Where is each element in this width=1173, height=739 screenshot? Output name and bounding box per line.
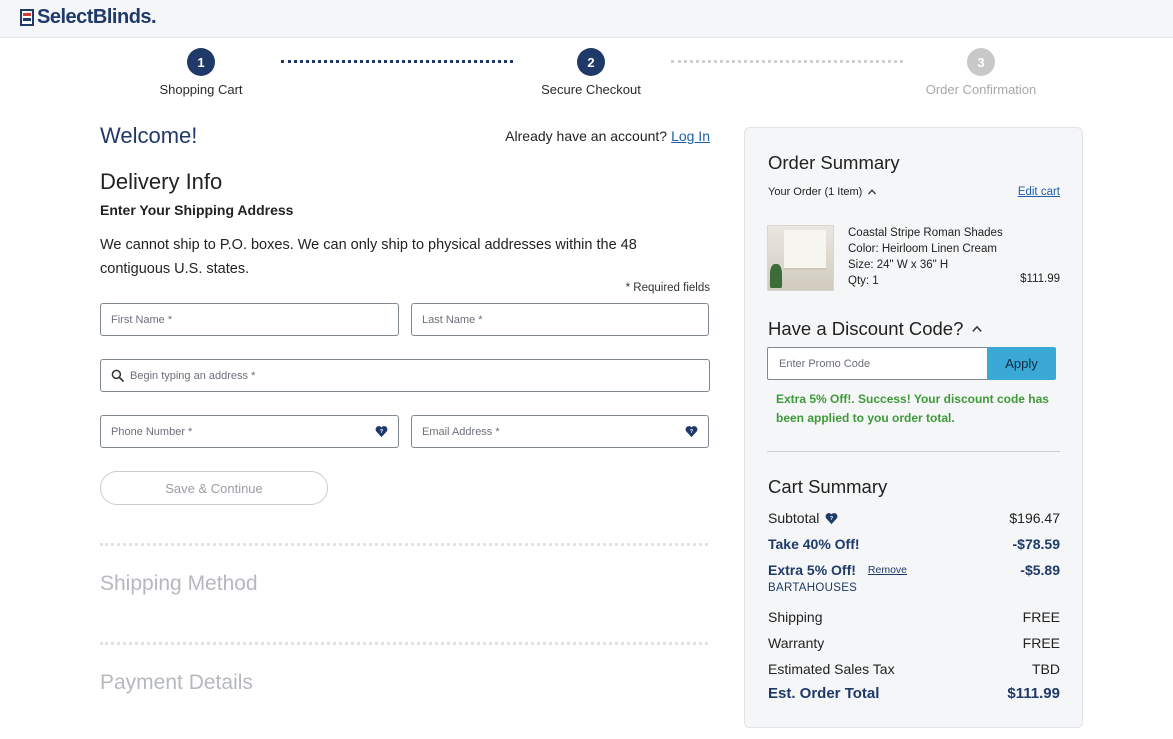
discount-40-value: -$78.59 [1012, 536, 1060, 552]
last-name-field[interactable]: Last Name * [411, 303, 709, 336]
shade-graphic [784, 230, 826, 270]
promo-code-input[interactable]: Enter Promo Code [767, 347, 987, 380]
step-number: 1 [187, 48, 215, 76]
order-total-label: Est. Order Total [768, 685, 880, 702]
section-divider [100, 543, 708, 546]
save-continue-button[interactable]: Save & Continue [100, 471, 328, 505]
your-order-toggle[interactable]: Your Order (1 Item) [768, 186, 877, 198]
step-label: Secure Checkout [541, 82, 641, 97]
account-prompt-text: Already have an account? [505, 128, 668, 144]
section-divider [100, 642, 708, 645]
chevron-up-icon [868, 189, 877, 195]
svg-text:?: ? [830, 516, 834, 522]
heart-info-icon[interactable]: ? [375, 425, 388, 438]
last-name-placeholder: Last Name * [422, 313, 483, 326]
account-prompt: Already have an account? Log In [505, 128, 710, 144]
discount-5-value: -$5.89 [1020, 562, 1060, 578]
product-name: Coastal Stripe Roman Shades [848, 227, 1003, 239]
discount-40-row: Take 40% Off! -$78.59 [768, 536, 1060, 552]
discount-5-label: Extra 5% Off! [768, 562, 856, 578]
subtotal-label: Subtotal [768, 510, 820, 526]
apply-button[interactable]: Apply [987, 347, 1056, 380]
order-summary-card: Order Summary Your Order (1 Item) Edit c… [744, 127, 1083, 728]
delivery-info-title: Delivery Info [100, 169, 223, 194]
shipping-method-title[interactable]: Shipping Method [100, 572, 258, 596]
summary-divider [767, 451, 1060, 452]
phone-placeholder: Phone Number * [111, 425, 193, 438]
warranty-label: Warranty [768, 635, 825, 651]
step-secure-checkout: 2 Secure Checkout [511, 48, 671, 97]
progress-connector-1 [281, 60, 513, 63]
order-total-value: $111.99 [1007, 685, 1060, 702]
search-icon [111, 369, 124, 382]
address-placeholder: Begin typing an address * [130, 369, 256, 382]
login-link[interactable]: Log In [671, 128, 710, 144]
step-label: Shopping Cart [159, 82, 243, 97]
order-total-row: Est. Order Total $111.99 [768, 685, 1060, 702]
subtotal-row: Subtotal ? $196.47 [768, 510, 1060, 526]
progress-connector-2 [671, 60, 903, 63]
promo-code-form: Enter Promo Code Apply [767, 347, 1056, 380]
step-number: 2 [577, 48, 605, 76]
discount-5-row: Extra 5% Off! Remove -$5.89 [768, 562, 1060, 578]
discount-code-title: Have a Discount Code? [768, 318, 964, 339]
product-details: Coastal Stripe Roman Shades Color: Heirl… [848, 225, 1003, 289]
discount-code-toggle[interactable]: Have a Discount Code? [768, 318, 983, 340]
promo-code-placeholder: Enter Promo Code [779, 357, 871, 370]
logo-text: SelectBlinds. [37, 6, 157, 28]
shipping-notice: We cannot ship to P.O. boxes. We can onl… [100, 237, 637, 277]
sales-tax-label: Estimated Sales Tax [768, 661, 895, 677]
product-color: Color: Heirloom Linen Cream [848, 243, 997, 255]
selectblinds-logo[interactable]: SelectBlinds. [20, 6, 157, 29]
svg-text:?: ? [690, 429, 694, 435]
shipping-row: Shipping FREE [768, 609, 1060, 625]
first-name-placeholder: First Name * [111, 313, 173, 326]
cart-summary-title: Cart Summary [768, 476, 888, 497]
warranty-row: Warranty FREE [768, 635, 1060, 651]
product-thumbnail [767, 225, 834, 291]
sales-tax-value: TBD [1032, 661, 1060, 677]
heart-info-icon[interactable]: ? [825, 512, 838, 525]
product-qty: Qty: 1 [848, 275, 879, 287]
step-number: 3 [967, 48, 995, 76]
remove-promo-link[interactable]: Remove [868, 564, 907, 576]
edit-cart-link[interactable]: Edit cart [1018, 186, 1060, 198]
product-price: $111.99 [1020, 273, 1060, 285]
shipping-label: Shipping [768, 609, 823, 625]
phone-field[interactable]: Phone Number * ? [100, 415, 399, 448]
warranty-value: FREE [1022, 635, 1060, 651]
step-label: Order Confirmation [925, 82, 1037, 97]
email-placeholder: Email Address * [422, 425, 500, 438]
your-order-label: Your Order (1 Item) [768, 186, 863, 198]
chevron-up-icon [972, 325, 983, 332]
heart-info-icon[interactable]: ? [685, 425, 698, 438]
required-fields-note: * Required fields [625, 282, 710, 294]
sales-tax-row: Estimated Sales Tax TBD [768, 661, 1060, 677]
step-order-confirmation: 3 Order Confirmation [901, 48, 1061, 97]
email-field[interactable]: Email Address * ? [411, 415, 709, 448]
plant-graphic [770, 264, 782, 288]
first-name-field[interactable]: First Name * [100, 303, 399, 336]
shipping-value: FREE [1022, 609, 1060, 625]
logo-icon [20, 9, 34, 26]
product-size: Size: 24" W x 36" H [848, 259, 949, 271]
shipping-address-subtitle: Enter Your Shipping Address [100, 202, 294, 218]
discount-40-label: Take 40% Off! [768, 536, 860, 552]
svg-text:?: ? [380, 429, 384, 435]
address-field[interactable]: Begin typing an address * [100, 359, 710, 392]
promo-success-message: Extra 5% Off!. Success! Your discount co… [776, 392, 1049, 425]
welcome-heading: Welcome! [100, 123, 198, 148]
subtotal-value: $196.47 [1009, 510, 1060, 526]
applied-promo-code: BARTAHOUSES [768, 582, 858, 594]
order-summary-title: Order Summary [768, 152, 900, 173]
step-shopping-cart: 1 Shopping Cart [121, 48, 281, 97]
payment-details-title[interactable]: Payment Details [100, 671, 253, 695]
top-bar: SelectBlinds. [0, 0, 1173, 38]
